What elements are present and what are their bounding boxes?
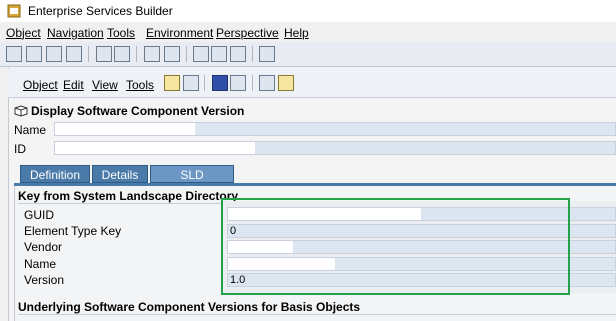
menu-tools[interactable]: Tools bbox=[107, 26, 135, 40]
sld-name-label: Name bbox=[24, 257, 57, 271]
basis-divider bbox=[18, 314, 616, 315]
element-type-key-label: Element Type Key bbox=[24, 224, 122, 238]
save-icon[interactable] bbox=[183, 75, 199, 91]
sld-group-title: Key from System Landscape Directory bbox=[18, 189, 239, 203]
page-title: Display Software Component Version bbox=[31, 104, 245, 118]
paste-icon[interactable] bbox=[96, 46, 112, 62]
delete-icon[interactable] bbox=[66, 46, 82, 62]
vendor-label: Vendor bbox=[24, 240, 63, 254]
menu-object[interactable]: Object bbox=[6, 26, 41, 40]
menu-help[interactable]: Help bbox=[284, 26, 309, 40]
window-icon[interactable] bbox=[230, 46, 246, 62]
tab-sld-information[interactable]: SLD Information bbox=[150, 165, 234, 200]
new-icon[interactable] bbox=[6, 46, 22, 62]
software-component-icon bbox=[14, 105, 28, 117]
forward-icon[interactable] bbox=[211, 46, 227, 62]
info-icon[interactable] bbox=[212, 75, 228, 91]
edit-pencil-icon[interactable] bbox=[164, 75, 180, 91]
print-icon[interactable] bbox=[259, 46, 275, 62]
menu-perspective[interactable]: Perspective bbox=[216, 26, 279, 40]
transport-icon[interactable] bbox=[259, 75, 275, 91]
menu-environment[interactable]: Environment bbox=[146, 26, 213, 40]
refresh-icon[interactable] bbox=[114, 46, 130, 62]
main-toolbar bbox=[0, 42, 616, 67]
tab-strip: Definition Details SLD Information bbox=[14, 165, 616, 200]
search-icon[interactable] bbox=[164, 46, 180, 62]
version-label: Version bbox=[24, 273, 65, 287]
menu-bar: Object Navigation Tools Environment Pers… bbox=[0, 22, 616, 43]
window-title: Enterprise Services Builder bbox=[28, 4, 173, 18]
id-label: ID bbox=[14, 142, 26, 156]
tab-details[interactable]: Details bbox=[92, 165, 148, 183]
highlight-box bbox=[221, 198, 570, 295]
open-icon[interactable] bbox=[26, 46, 42, 62]
tree-icon[interactable] bbox=[144, 46, 160, 62]
menu-navigation[interactable]: Navigation bbox=[47, 26, 104, 40]
submenu-tools[interactable]: Tools bbox=[126, 78, 154, 92]
id-field[interactable] bbox=[54, 141, 616, 155]
submenu-edit[interactable]: Edit bbox=[63, 78, 84, 92]
history-icon[interactable] bbox=[278, 75, 294, 91]
back-icon[interactable] bbox=[193, 46, 209, 62]
copy-icon[interactable] bbox=[46, 46, 62, 62]
name-field[interactable] bbox=[54, 122, 616, 136]
editor-toolbar: Object Edit View Tools bbox=[8, 69, 616, 98]
tab-definition[interactable]: Definition bbox=[20, 165, 90, 183]
basis-group-title: Underlying Software Component Versions f… bbox=[18, 300, 361, 314]
app-icon bbox=[7, 4, 21, 18]
guid-label: GUID bbox=[24, 208, 54, 222]
submenu-view[interactable]: View bbox=[92, 78, 118, 92]
name-label: Name bbox=[14, 123, 47, 137]
details-icon[interactable] bbox=[230, 75, 246, 91]
submenu-object[interactable]: Object bbox=[23, 78, 58, 92]
